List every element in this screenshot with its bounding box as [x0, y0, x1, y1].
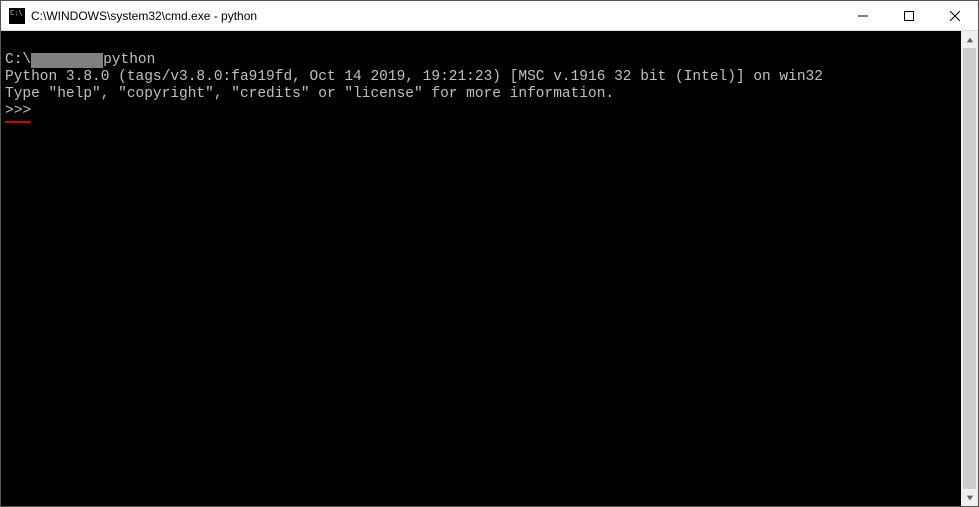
- terminal-line: Type "help", "copyright", "credits" or "…: [5, 86, 955, 103]
- window-controls: [840, 1, 978, 30]
- scroll-down-button[interactable]: [961, 489, 978, 506]
- prompt-suffix: python: [103, 52, 155, 68]
- window-title: C:\WINDOWS\system32\cmd.exe - python: [31, 9, 840, 23]
- repl-prompt: >>>: [5, 103, 31, 122]
- terminal-area[interactable]: C:\xxxxxxxxxpython Python 3.8.0 (tags/v3…: [1, 31, 961, 506]
- terminal-line: >>>: [5, 103, 955, 122]
- redacted-path: xxxxxxxxx: [31, 53, 103, 68]
- content-wrapper: C:\xxxxxxxxxpython Python 3.8.0 (tags/v3…: [1, 31, 978, 506]
- cmd-icon: [9, 8, 25, 24]
- maximize-button[interactable]: [886, 1, 932, 30]
- scroll-thumb[interactable]: [963, 48, 976, 489]
- scroll-up-button[interactable]: [961, 31, 978, 48]
- prompt-prefix: C:\: [5, 52, 31, 68]
- terminal-line: Python 3.8.0 (tags/v3.8.0:fa919fd, Oct 1…: [5, 69, 955, 86]
- titlebar[interactable]: C:\WINDOWS\system32\cmd.exe - python: [1, 1, 978, 31]
- terminal-line: [5, 35, 955, 52]
- vertical-scrollbar[interactable]: [961, 31, 978, 506]
- scroll-track[interactable]: [961, 48, 978, 489]
- close-button[interactable]: [932, 1, 978, 30]
- minimize-button[interactable]: [840, 1, 886, 30]
- terminal-line: C:\xxxxxxxxxpython: [5, 52, 955, 69]
